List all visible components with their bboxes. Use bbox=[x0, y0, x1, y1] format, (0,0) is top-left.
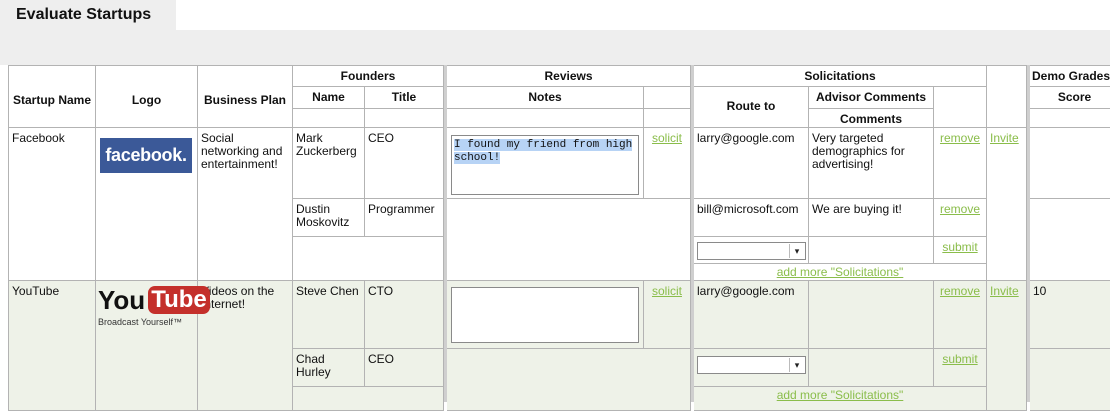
header-reviews: Reviews bbox=[447, 65, 691, 87]
youtube-tagline: Broadcast Yourself™ bbox=[98, 317, 183, 327]
header-score-spacer bbox=[1030, 109, 1110, 128]
header-reviews-spacer-2 bbox=[447, 109, 644, 128]
comment-empty-cell bbox=[809, 349, 934, 387]
header-demo-grades: Demo Grades bbox=[1030, 65, 1110, 87]
founder-title: CEO bbox=[365, 128, 444, 199]
submit-link[interactable]: submit bbox=[942, 240, 977, 254]
column-separator bbox=[1027, 65, 1030, 402]
founder-title: Programmer bbox=[365, 199, 444, 237]
remove-link[interactable]: remove bbox=[940, 131, 980, 145]
chevron-down-icon: ▾ bbox=[789, 244, 804, 258]
route-to: larry@google.com bbox=[694, 128, 809, 199]
solicit-link[interactable]: solicit bbox=[652, 131, 682, 145]
startup-name: YouTube bbox=[8, 281, 96, 411]
route-to: larry@google.com bbox=[694, 281, 809, 349]
route-to-select[interactable]: ▾ bbox=[697, 242, 806, 260]
score-cell bbox=[1030, 128, 1110, 199]
founder-name: Mark Zuckerberg bbox=[293, 128, 365, 199]
submit-cell: submit bbox=[934, 349, 987, 387]
page-title: Evaluate Startups bbox=[16, 6, 152, 23]
youtube-logo-you: You bbox=[98, 285, 146, 315]
solicit-link[interactable]: solicit bbox=[652, 284, 682, 298]
header-business-plan: Business Plan bbox=[198, 65, 293, 128]
remove-link[interactable]: remove bbox=[940, 284, 980, 298]
header-advisor-comments: Advisor Comments bbox=[809, 87, 934, 109]
score-cell: 10 bbox=[1030, 281, 1110, 349]
column-separator bbox=[444, 65, 447, 402]
founder-name: Dustin Moskovitz bbox=[293, 199, 365, 237]
invite-link[interactable]: Invite bbox=[990, 131, 1019, 145]
submit-link[interactable]: submit bbox=[942, 352, 977, 366]
route-to-select[interactable]: ▾ bbox=[697, 356, 806, 374]
business-plan: Videos on the Internet! bbox=[198, 281, 293, 411]
advisor-comment: We are buying it! bbox=[809, 199, 934, 237]
solicit-cell: solicit bbox=[644, 281, 691, 349]
invite-cell: Invite bbox=[987, 128, 1027, 281]
business-plan: Social networking and entertainment! bbox=[198, 128, 293, 281]
header-comments: Comments bbox=[809, 109, 934, 128]
header-logo: Logo bbox=[96, 65, 198, 128]
remove-cell: remove bbox=[934, 281, 987, 349]
header-founders: Founders bbox=[293, 65, 444, 87]
invite-cell: Invite bbox=[987, 281, 1027, 411]
remove-cell: remove bbox=[934, 199, 987, 237]
founders-empty bbox=[293, 237, 444, 281]
header-invite-spacer bbox=[987, 65, 1027, 128]
youtube-logo-tube: Tube bbox=[148, 286, 210, 314]
facebook-logo: facebook. bbox=[100, 138, 192, 173]
header-sol-spacer bbox=[934, 87, 987, 128]
solicit-cell: solicit bbox=[644, 128, 691, 199]
header-reviews-spacer-3 bbox=[644, 109, 691, 128]
comment-empty-cell bbox=[809, 237, 934, 264]
review-notes-text: I found my friend from high school! bbox=[454, 139, 633, 164]
header-solicitations: Solicitations bbox=[694, 65, 987, 87]
header-founders-spacer-1 bbox=[293, 109, 365, 128]
route-to: bill@microsoft.com bbox=[694, 199, 809, 237]
youtube-logo: You Tube Broadcast Yourself™ bbox=[98, 285, 210, 342]
add-more-solicitations-link[interactable]: add more "Solicitations" bbox=[777, 388, 904, 402]
header-route-to: Route to bbox=[694, 87, 809, 128]
submit-cell: submit bbox=[934, 237, 987, 264]
header-founders-title: Title bbox=[365, 87, 444, 109]
reviews-empty bbox=[447, 199, 691, 281]
review-notes-textarea[interactable] bbox=[451, 287, 639, 343]
advisor-comment bbox=[809, 281, 934, 349]
header-bar bbox=[0, 30, 1110, 65]
add-more-solicitations-link[interactable]: add more "Solicitations" bbox=[777, 265, 904, 279]
founder-title: CEO bbox=[365, 349, 444, 387]
founder-name: Steve Chen bbox=[293, 281, 365, 349]
founders-empty bbox=[293, 387, 444, 411]
add-more-cell: add more "Solicitations" bbox=[694, 387, 987, 411]
founder-title: CTO bbox=[365, 281, 444, 349]
column-separator bbox=[691, 65, 694, 402]
advisor-comment: Very targeted demographics for advertisi… bbox=[809, 128, 934, 199]
header-founders-spacer-2 bbox=[365, 109, 444, 128]
facebook-logo-text: facebook. bbox=[105, 145, 187, 165]
header-score: Score bbox=[1030, 87, 1110, 109]
startup-name: Facebook bbox=[8, 128, 96, 281]
founder-name: Chad Hurley bbox=[293, 349, 365, 387]
header-reviews-spacer bbox=[644, 87, 691, 109]
chevron-down-icon: ▾ bbox=[789, 358, 804, 372]
score-empty bbox=[1030, 199, 1110, 281]
header-founders-name: Name bbox=[293, 87, 365, 109]
add-more-cell: add more "Solicitations" bbox=[694, 264, 987, 281]
review-notes-textarea[interactable]: I found my friend from high school! bbox=[451, 135, 639, 195]
invite-link[interactable]: Invite bbox=[990, 284, 1019, 298]
remove-link[interactable]: remove bbox=[940, 202, 980, 216]
header-startup-name: Startup Name bbox=[8, 65, 96, 128]
remove-cell: remove bbox=[934, 128, 987, 199]
header-reviews-notes: Notes bbox=[447, 87, 644, 109]
page-tab: Evaluate Startups bbox=[0, 0, 176, 30]
